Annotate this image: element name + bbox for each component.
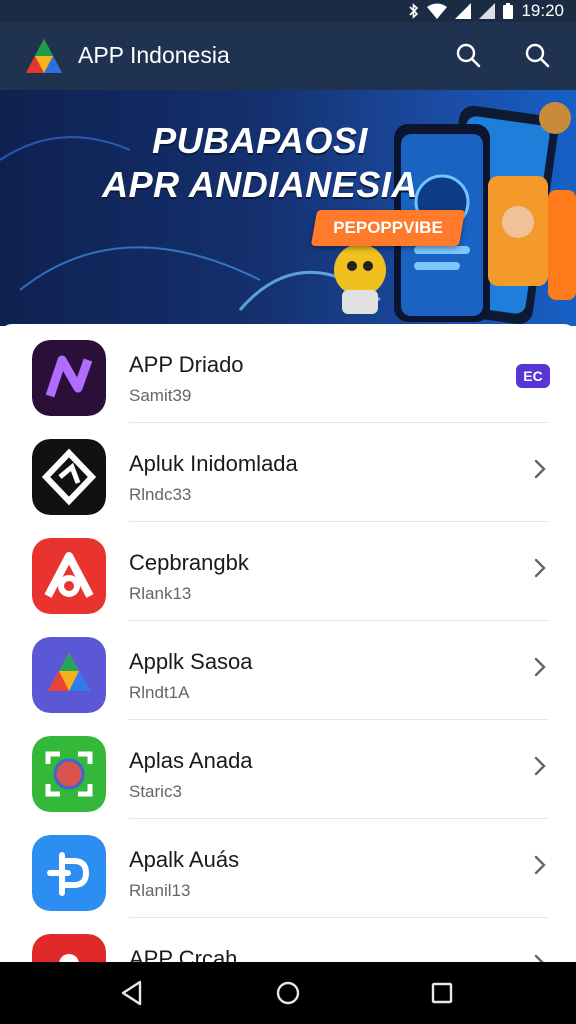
app-p-icon — [32, 835, 106, 911]
clock: 19:20 — [521, 1, 564, 20]
list-item[interactable]: Cepbrangbk Rlank13 — [0, 522, 576, 621]
app-diamond-icon — [32, 439, 106, 515]
chevron-right-icon — [534, 756, 546, 776]
app-list: APP Driado Samit39 EC Apluk Inidomlada R… — [0, 324, 576, 964]
app-a-icon — [32, 538, 106, 614]
app-subtitle: Rlank13 — [129, 584, 192, 603]
app-logo-icon — [26, 39, 62, 73]
bluetooth-icon — [409, 3, 419, 19]
recents-icon[interactable] — [426, 977, 458, 1009]
list-item[interactable]: APP Driado Samit39 EC — [0, 324, 576, 423]
promo-banner[interactable]: PUBAPAOSI APR ANDIANESIA PEPOPPVIBE — [0, 90, 576, 326]
status-badge[interactable]: EC — [516, 364, 550, 388]
list-item[interactable]: Applk Sasoa Rlndt1A — [0, 621, 576, 720]
app-subtitle: Staric3 — [129, 782, 182, 801]
banner-subheadline: APR ANDIANESIA — [102, 164, 418, 205]
wifi-icon — [427, 3, 448, 19]
battery-icon — [503, 3, 514, 19]
home-icon[interactable] — [272, 977, 304, 1009]
app-name: Apalk Auás — [129, 847, 240, 872]
app-subtitle: Rlndt1A — [129, 683, 190, 702]
list-item[interactable]: APP Crcah — [0, 918, 576, 964]
navigation-bar — [0, 962, 576, 1024]
list-item[interactable]: Apluk Inidomlada Rlndc33 — [0, 423, 576, 522]
banner-headline: PUBAPAOSI — [152, 120, 368, 161]
status-icons: 19:20 — [409, 0, 564, 22]
search-icon[interactable] — [451, 38, 487, 74]
chevron-right-icon — [534, 657, 546, 677]
chevron-right-icon — [534, 855, 546, 875]
app-drive-icon — [32, 637, 106, 713]
list-item[interactable]: Apalk Auás Rlanil13 — [0, 819, 576, 918]
signal-icon — [455, 3, 472, 19]
chevron-right-icon — [534, 459, 546, 479]
status-bar: 19:20 — [0, 0, 576, 22]
app-name: Apluk Inidomlada — [129, 451, 298, 476]
search-icon[interactable] — [520, 38, 556, 74]
app-name: Cepbrangbk — [129, 550, 249, 575]
app-name: Aplas Anada — [129, 748, 253, 773]
app-subtitle: Rlndc33 — [129, 485, 192, 504]
list-item[interactable]: Aplas Anada Staric3 — [0, 720, 576, 819]
app-red-icon — [32, 934, 106, 964]
chevron-right-icon — [534, 558, 546, 578]
app-bar: APP Indonesia — [0, 22, 576, 90]
signal-icon — [479, 3, 496, 19]
app-title: APP Indonesia — [78, 42, 230, 68]
app-camera-icon — [32, 736, 106, 812]
app-subtitle: Rlanil13 — [129, 881, 191, 900]
app-name: Applk Sasoa — [129, 649, 253, 674]
app-name: APP Driado — [129, 352, 244, 377]
back-icon[interactable] — [116, 977, 148, 1009]
app-n-icon — [32, 340, 106, 416]
app-subtitle: Samit39 — [129, 386, 192, 405]
banner-cta-button[interactable]: PEPOPPVIBE — [310, 210, 466, 246]
banner-cta-label: PEPOPPVIBE — [333, 218, 443, 237]
